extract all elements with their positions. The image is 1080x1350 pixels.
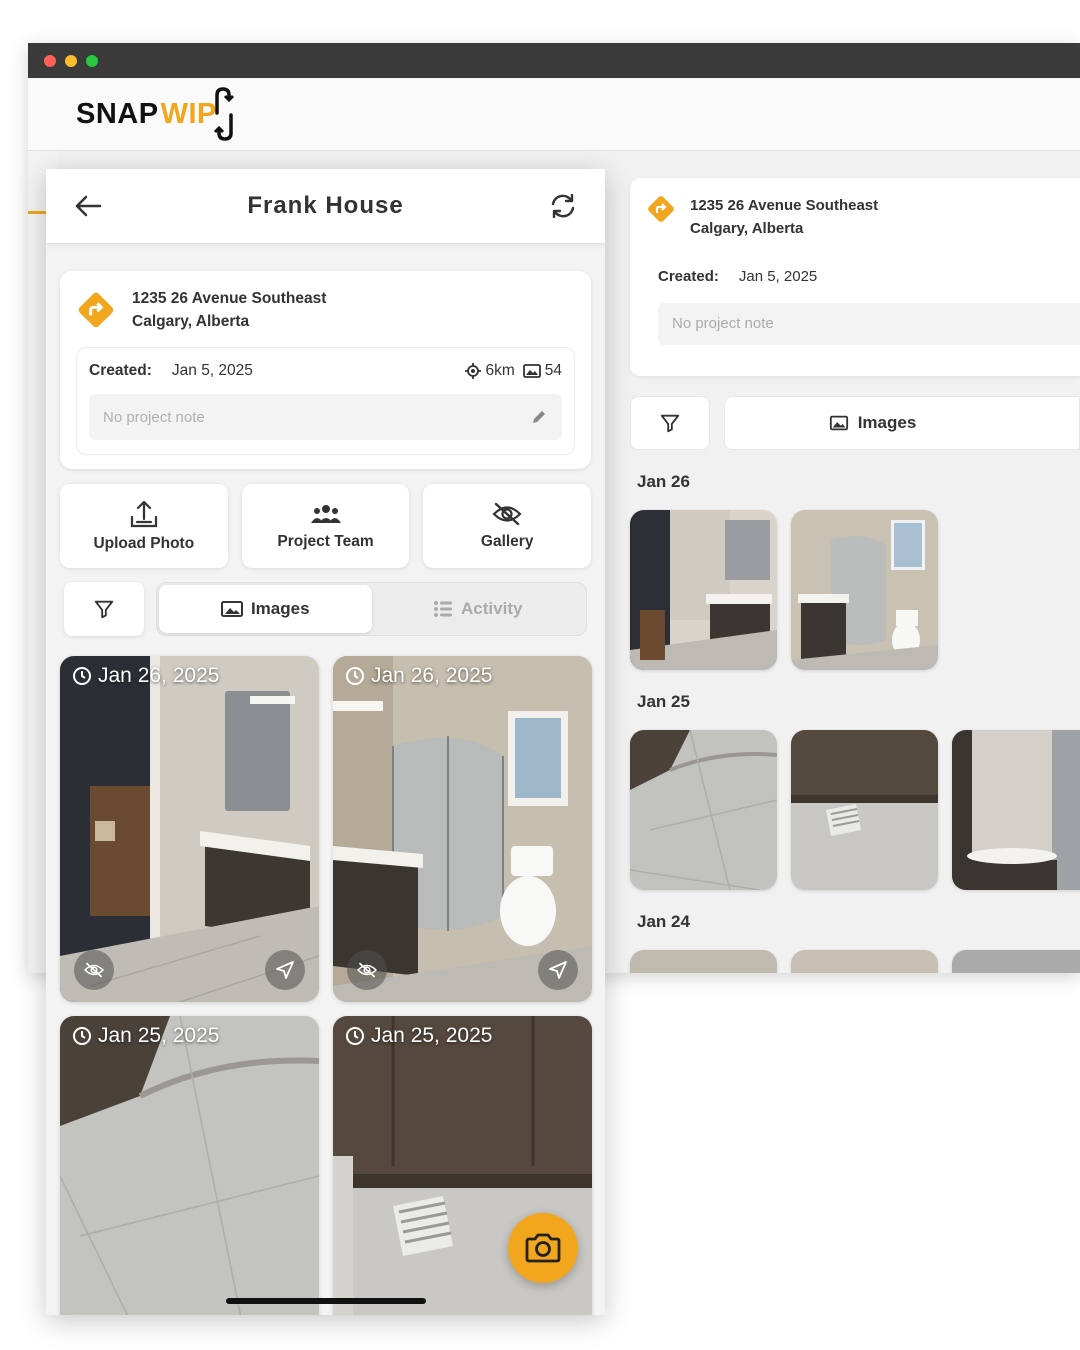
send-icon — [276, 961, 294, 979]
camera-button[interactable] — [508, 1213, 578, 1283]
address-line1: 1235 26 Avenue Southeast — [132, 290, 327, 307]
activity-list-icon — [434, 601, 453, 617]
sidebar-active-indicator — [28, 211, 48, 214]
desktop-project-panel: 1235 26 Avenue Southeast Calgary, Albert… — [630, 178, 1080, 973]
photo-thumbnail[interactable] — [630, 510, 777, 670]
photo-thumbnail[interactable] — [791, 510, 938, 670]
share-photo-button[interactable] — [538, 950, 578, 990]
directions-icon[interactable] — [76, 290, 116, 330]
clock-icon — [346, 1027, 364, 1045]
filter-button[interactable] — [630, 396, 710, 450]
page-title: Frank House — [247, 192, 404, 219]
gallery-button[interactable]: Gallery — [423, 484, 592, 568]
distance-stat: 6km — [465, 362, 515, 380]
tab-images[interactable]: Images — [159, 585, 372, 633]
clock-icon — [73, 1027, 91, 1045]
photo-thumbnail[interactable] — [630, 950, 777, 973]
send-icon — [549, 961, 567, 979]
created-row: Created: Jan 5, 2025 — [89, 362, 253, 379]
eye-off-icon — [83, 962, 105, 978]
floor-photo — [60, 1016, 319, 1315]
eye-off-icon — [492, 502, 522, 526]
photo-thumbnail[interactable] — [791, 950, 938, 973]
images-icon — [220, 601, 243, 617]
images-icon — [522, 364, 541, 378]
hide-photo-button[interactable] — [74, 950, 114, 990]
upload-icon — [130, 500, 157, 528]
group-date: Jan 26 — [637, 472, 690, 491]
images-icon — [829, 415, 848, 431]
filter-icon — [94, 600, 114, 619]
upload-photo-button[interactable]: Upload Photo — [60, 484, 228, 568]
project-note-field[interactable]: No project note — [658, 303, 1080, 345]
eye-off-icon — [356, 962, 378, 978]
tab-activity[interactable]: Activity — [372, 585, 585, 633]
close-window-button[interactable] — [44, 54, 56, 67]
tab-images[interactable]: Images — [724, 396, 1080, 450]
project-note-field[interactable]: No project note — [89, 394, 562, 440]
photo-thumbnail[interactable] — [952, 730, 1080, 890]
minimize-window-button[interactable] — [65, 54, 77, 67]
mobile-project-screen: Frank House 1235 26 Avenue Southeast Cal… — [46, 169, 605, 1315]
view-tabs: Images Activity — [156, 582, 587, 636]
directions-icon[interactable] — [646, 194, 676, 224]
group-date: Jan 25 — [637, 692, 690, 711]
hide-photo-button[interactable] — [347, 950, 387, 990]
photo-card[interactable]: Jan 26, 2025 — [333, 656, 592, 1002]
photo-grid: Jan 26, 2025 Jan 26, 2025 Jan 25, 2025 J… — [60, 656, 592, 1315]
mobile-header: Frank House — [46, 169, 605, 244]
back-button[interactable] — [72, 190, 104, 222]
window-titlebar — [28, 43, 1080, 78]
photo-timestamp: Jan 26, 2025 — [72, 664, 219, 688]
edit-pencil-icon[interactable] — [530, 408, 548, 426]
team-icon — [310, 505, 341, 523]
group-date: Jan 24 — [637, 912, 690, 931]
camera-icon — [525, 1233, 561, 1263]
logo-arrows-icon — [213, 87, 234, 141]
clock-icon — [346, 667, 364, 685]
refresh-button[interactable] — [547, 190, 579, 222]
filter-button[interactable] — [64, 582, 144, 636]
project-info-card: 1235 26 Avenue Southeast Calgary, Albert… — [60, 271, 591, 469]
photo-timestamp: Jan 25, 2025 — [345, 1024, 492, 1048]
filter-icon — [660, 414, 680, 433]
back-arrow-icon — [75, 195, 102, 217]
photo-count-stat: 54 — [522, 362, 562, 380]
maximize-window-button[interactable] — [86, 54, 98, 67]
share-photo-button[interactable] — [265, 950, 305, 990]
refresh-icon — [551, 193, 575, 219]
photo-card[interactable]: Jan 25, 2025 — [60, 1016, 319, 1315]
photo-thumbnail[interactable] — [630, 730, 777, 890]
desktop-project-card: 1235 26 Avenue Southeast Calgary, Albert… — [630, 178, 1080, 376]
photo-timestamp: Jan 25, 2025 — [72, 1024, 219, 1048]
photo-timestamp: Jan 26, 2025 — [345, 664, 492, 688]
home-indicator — [226, 1298, 426, 1304]
photo-thumbnail[interactable] — [952, 950, 1080, 973]
location-target-icon — [465, 363, 482, 379]
address-line2: Calgary, Alberta — [132, 313, 250, 330]
photo-thumbnail[interactable] — [791, 730, 938, 890]
project-team-button[interactable]: Project Team — [241, 484, 410, 568]
photo-card[interactable]: Jan 26, 2025 — [60, 656, 319, 1002]
created-row: Created: Jan 5, 2025 — [658, 268, 818, 285]
address-line1: 1235 26 Avenue Southeast — [690, 197, 879, 214]
address-line2: Calgary, Alberta — [690, 220, 804, 237]
app-header: SNAP WIP — [28, 78, 1080, 151]
snapwip-logo[interactable]: SNAP WIP — [76, 85, 237, 143]
clock-icon — [73, 667, 91, 685]
